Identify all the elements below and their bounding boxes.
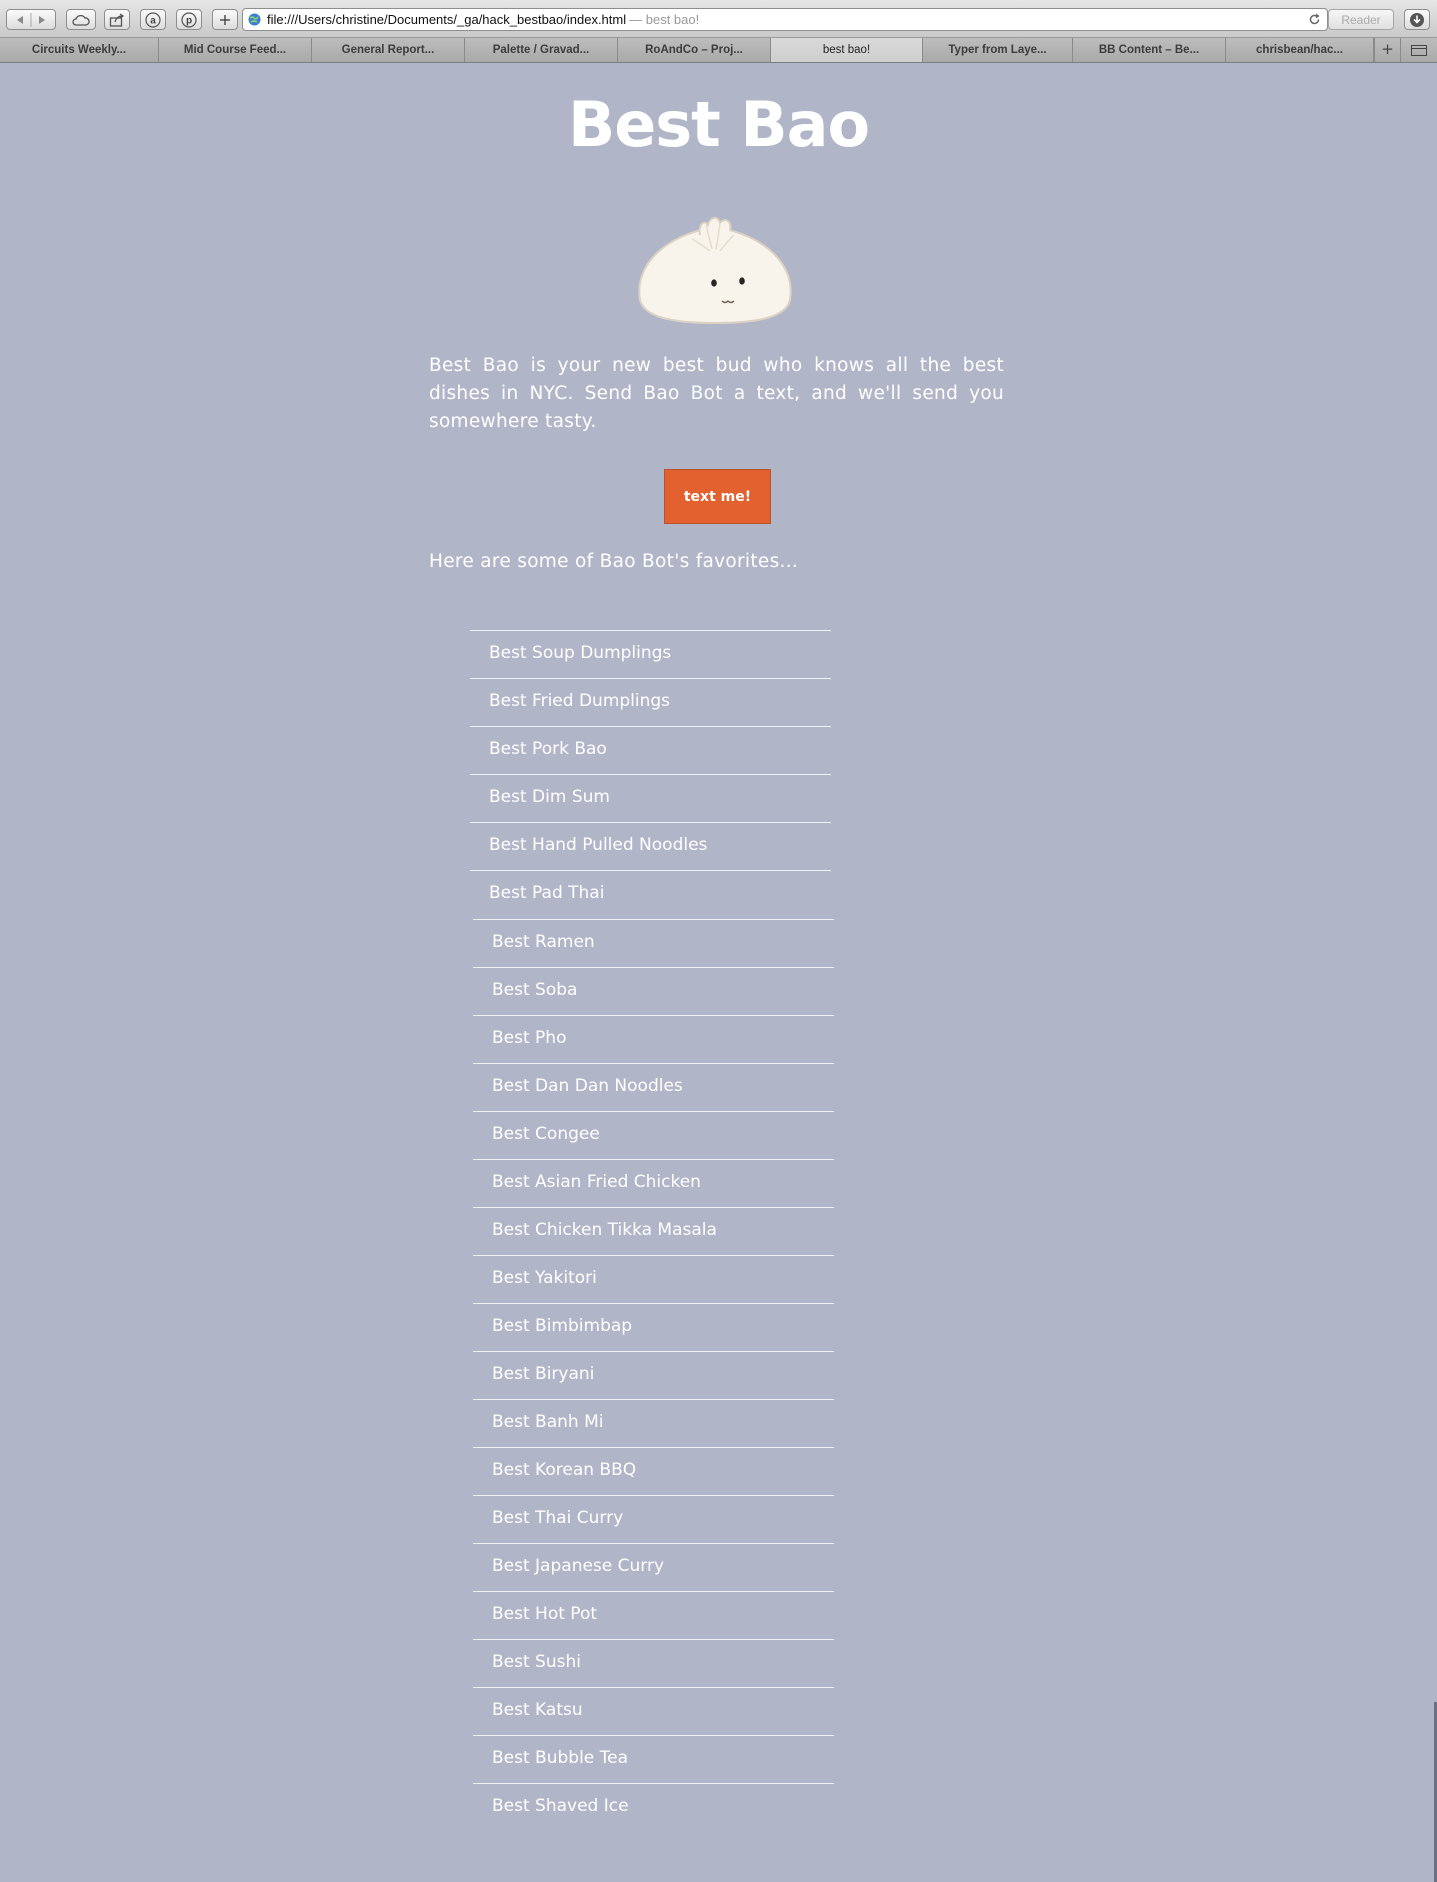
amazon-bookmark-button[interactable]: a <box>140 9 166 30</box>
address-bar[interactable]: file:///Users/christine/Documents/_ga/ha… <box>242 8 1328 31</box>
tab-typer-from-layer[interactable]: Typer from Laye... <box>923 38 1073 62</box>
svg-text:p: p <box>186 15 192 26</box>
bao-mascot-icon <box>638 217 792 325</box>
reader-button[interactable]: Reader <box>1328 9 1394 30</box>
pinterest-icon: p <box>181 11 197 28</box>
intro-paragraph: Best Bao is your new best bud who knows … <box>429 355 1004 432</box>
favorite-item-fried-dumplings[interactable]: Best Fried Dumplings <box>470 678 831 726</box>
tab-chrisbean[interactable]: chrisbean/hac... <box>1226 38 1374 62</box>
reload-icon[interactable] <box>1308 13 1321 26</box>
favorite-item-soup-dumplings[interactable]: Best Soup Dumplings <box>470 630 831 678</box>
favorite-item-korean-bbq[interactable]: Best Korean BBQ <box>473 1447 834 1495</box>
tab-list-icon <box>1411 44 1427 56</box>
add-bookmark-button[interactable] <box>212 9 238 30</box>
page-title-suffix: — best bao! <box>629 12 700 27</box>
tab-bar: Circuits Weekly... Mid Course Feed... Ge… <box>0 38 1437 63</box>
tab-mid-course-feedback[interactable]: Mid Course Feed... <box>159 38 312 62</box>
tab-bb-content[interactable]: BB Content – Be... <box>1073 38 1226 62</box>
tab-circuits-weekly[interactable]: Circuits Weekly... <box>0 38 159 62</box>
text-me-button[interactable]: text me! <box>664 469 771 524</box>
new-tab-button[interactable]: + <box>1374 38 1400 62</box>
favorite-item-chicken-tikka-masala[interactable]: Best Chicken Tikka Masala <box>473 1207 834 1255</box>
favorite-item-shaved-ice[interactable]: Best Shaved Ice <box>473 1783 834 1831</box>
tab-general-report[interactable]: General Report... <box>312 38 465 62</box>
favorite-item-hot-pot[interactable]: Best Hot Pot <box>473 1591 834 1639</box>
favorite-item-dim-sum[interactable]: Best Dim Sum <box>470 774 831 822</box>
favorite-item-pho[interactable]: Best Pho <box>473 1015 834 1063</box>
back-forward-buttons[interactable] <box>6 9 56 30</box>
favorite-item-congee[interactable]: Best Congee <box>473 1111 834 1159</box>
favorite-item-japanese-curry[interactable]: Best Japanese Curry <box>473 1543 834 1591</box>
page-title: Best Bao <box>567 88 870 161</box>
globe-icon <box>248 13 261 26</box>
favorite-item-asian-fried-chicken[interactable]: Best Asian Fried Chicken <box>473 1159 834 1207</box>
plus-icon <box>220 14 230 25</box>
favorite-item-ramen[interactable]: Best Ramen <box>473 919 834 967</box>
favorite-item-pad-thai[interactable]: Best Pad Thai <box>470 870 831 918</box>
amazon-icon: a <box>145 11 161 28</box>
favorites-heading: Here are some of Bao Bot's favorites... <box>429 551 799 572</box>
tab-overview-button[interactable] <box>1400 38 1437 62</box>
favorite-item-thai-curry[interactable]: Best Thai Curry <box>473 1495 834 1543</box>
url-text: file:///Users/christine/Documents/_ga/ha… <box>267 12 627 27</box>
browser-toolbar: a p file:///Users/christine/Documents/_g… <box>0 0 1437 38</box>
tab-palette-gravad[interactable]: Palette / Gravad... <box>465 38 618 62</box>
favorite-item-hand-pulled-noodles[interactable]: Best Hand Pulled Noodles <box>470 822 831 870</box>
cloud-icon <box>72 14 90 26</box>
favorite-item-biryani[interactable]: Best Biryani <box>473 1351 834 1399</box>
download-icon <box>1410 12 1424 27</box>
favorite-item-soba[interactable]: Best Soba <box>473 967 834 1015</box>
downloads-button[interactable] <box>1404 9 1430 30</box>
favorite-item-bubble-tea[interactable]: Best Bubble Tea <box>473 1735 834 1783</box>
favorite-item-katsu[interactable]: Best Katsu <box>473 1687 834 1735</box>
svg-text:a: a <box>150 15 156 26</box>
pinterest-button[interactable]: p <box>176 9 202 30</box>
icloud-button[interactable] <box>66 9 96 30</box>
back-forward-icon <box>17 12 45 27</box>
tab-best-bao-active[interactable]: best bao! <box>771 38 923 62</box>
tab-roandco[interactable]: RoAndCo – Proj... <box>618 38 771 62</box>
favorite-item-dan-dan-noodles[interactable]: Best Dan Dan Noodles <box>473 1063 834 1111</box>
favorite-item-yakitori[interactable]: Best Yakitori <box>473 1255 834 1303</box>
favorite-item-bimbimbap[interactable]: Best Bimbimbap <box>473 1303 834 1351</box>
share-button[interactable] <box>104 9 130 30</box>
share-icon <box>109 12 125 27</box>
favorite-item-banh-mi[interactable]: Best Banh Mi <box>473 1399 834 1447</box>
favorite-item-pork-bao[interactable]: Best Pork Bao <box>470 726 831 774</box>
favorite-item-sushi[interactable]: Best Sushi <box>473 1639 834 1687</box>
